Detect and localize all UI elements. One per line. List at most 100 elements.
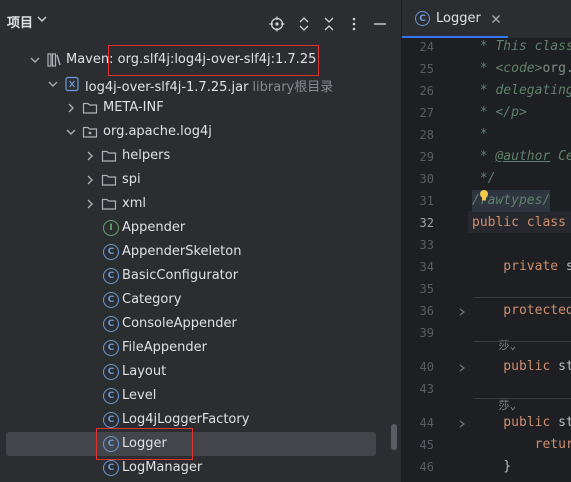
tree-row-folder[interactable]: xml (0, 192, 394, 216)
line-number: 25 (419, 62, 434, 76)
line-number: 34 (419, 260, 434, 274)
chevron-right-icon[interactable] (65, 102, 77, 114)
lightbulb-icon[interactable] (478, 189, 490, 203)
code-line[interactable]: * delegating (472, 80, 571, 102)
tree-label: ConsoleAppender (122, 316, 237, 331)
chevron-down-icon[interactable] (29, 54, 41, 66)
tab-logger[interactable]: C Logger (402, 0, 508, 38)
tree-row-class[interactable]: C LogManager (0, 456, 394, 480)
editor-tab-bar: C Logger (402, 0, 571, 39)
tree-scrollbar[interactable] (391, 424, 397, 450)
line-number: 36 (419, 304, 434, 318)
close-icon[interactable] (490, 13, 502, 25)
method-separator (474, 297, 571, 298)
tree-row-class[interactable]: C Category (0, 288, 394, 312)
tree-row-package[interactable]: org.apache.log4j (0, 120, 394, 144)
tree-label: Log4jLoggerFactory (122, 412, 250, 427)
fold-icon[interactable] (458, 420, 466, 428)
highlight-box-maven (108, 45, 319, 76)
tree-row-class[interactable]: C AppenderSkeleton (0, 240, 394, 264)
line-number: 24 (419, 40, 434, 54)
tree-label: xml (122, 196, 146, 211)
jar-name: log4j-over-slf4j-1.7.25.jar (85, 80, 249, 95)
tree-label: helpers (122, 148, 171, 163)
line-number: 26 (419, 84, 434, 98)
method-separator (474, 341, 571, 342)
class-icon: C (103, 388, 119, 404)
chevron-down-icon[interactable] (47, 78, 59, 90)
line-number: 29 (419, 150, 434, 164)
hide-icon[interactable] (372, 16, 388, 32)
code-line[interactable]: */ (472, 168, 496, 190)
code-line[interactable]: public st (472, 412, 571, 434)
editor: C Logger 24 25 26 27 28 29 30 31 32 33 3… (402, 0, 571, 482)
tree-row-meta-inf[interactable]: META-INF (0, 96, 394, 120)
code-line[interactable]: retur (472, 434, 571, 456)
code-line[interactable]: public class (472, 212, 566, 234)
tree-row-folder[interactable]: helpers (0, 144, 394, 168)
package-icon (82, 126, 98, 138)
tree-row-class[interactable]: C Log4jLoggerFactory (0, 408, 394, 432)
class-icon: C (103, 412, 119, 428)
project-panel-title[interactable]: 项目 (7, 12, 33, 31)
class-icon: C (103, 316, 119, 332)
tree-row-class[interactable]: C FileAppender (0, 336, 394, 360)
class-icon: C (103, 364, 119, 380)
code-line[interactable]: protected (472, 300, 571, 322)
fold-icon[interactable] (458, 308, 466, 316)
fold-icon[interactable] (458, 364, 466, 372)
line-number: 33 (419, 238, 434, 252)
tree-row-folder[interactable]: spi (0, 168, 394, 192)
tree-label: AppenderSkeleton (122, 244, 242, 259)
interface-icon: I (103, 220, 119, 236)
code-line[interactable]: private s (472, 256, 571, 278)
tree-label: FileAppender (122, 340, 207, 355)
chevron-right-icon[interactable] (84, 198, 96, 210)
class-icon: C (103, 340, 119, 356)
class-icon: C (103, 292, 119, 308)
code-line[interactable]: * @author Ce (472, 146, 571, 168)
tree-row-class[interactable]: C BasicConfigurator (0, 264, 394, 288)
folder-icon (101, 174, 117, 186)
tab-label: Logger (436, 11, 481, 26)
tree-label: Layout (122, 364, 167, 379)
tree-row-class[interactable]: C Layout (0, 360, 394, 384)
folder-icon (101, 150, 117, 162)
tree-label: spi (122, 172, 141, 187)
code-line[interactable]: public st (472, 356, 571, 378)
expand-all-icon[interactable] (296, 16, 312, 32)
tree-row-class[interactable]: C ConsoleAppender (0, 312, 394, 336)
line-number-current: 32 (419, 216, 434, 230)
line-number: 40 (419, 360, 434, 374)
class-icon: C (103, 244, 119, 260)
line-number: 30 (419, 172, 434, 186)
tree-label: BasicConfigurator (122, 268, 239, 283)
tree-row-class[interactable]: C Level (0, 384, 394, 408)
tree-label: LogManager (122, 460, 203, 475)
line-number: 35 (419, 282, 434, 296)
folder-icon (82, 102, 98, 114)
chevron-down-icon[interactable] (36, 13, 48, 25)
code-line[interactable]: * </p> (472, 102, 527, 124)
code-line[interactable]: } (472, 456, 511, 478)
line-number: 27 (419, 106, 434, 120)
collapse-all-icon[interactable] (321, 16, 337, 32)
line-number: 45 (419, 438, 434, 452)
code-line[interactable]: * <code>org. (472, 58, 571, 80)
chevron-right-icon[interactable] (84, 174, 96, 186)
line-number: 28 (419, 128, 434, 142)
class-icon: C (103, 460, 119, 476)
options-icon[interactable] (346, 16, 362, 32)
code-line[interactable]: * This class (472, 36, 571, 58)
tree-label: org.apache.log4j (103, 124, 212, 139)
line-number-gutter: 24 25 26 27 28 29 30 31 32 33 34 35 36 3… (402, 38, 468, 482)
project-panel: 项目 Maven: org.slf4j:log4j-over-slf4j:1.7… (0, 0, 397, 482)
chevron-down-icon[interactable] (65, 126, 77, 138)
tree-row-interface[interactable]: I Appender (0, 216, 394, 240)
code-line[interactable]: * (472, 124, 488, 146)
chevron-right-icon[interactable] (84, 150, 96, 162)
locate-icon[interactable] (269, 16, 285, 32)
line-number: 39 (419, 326, 434, 340)
highlight-box-logger (96, 428, 193, 460)
folder-icon (101, 198, 117, 210)
